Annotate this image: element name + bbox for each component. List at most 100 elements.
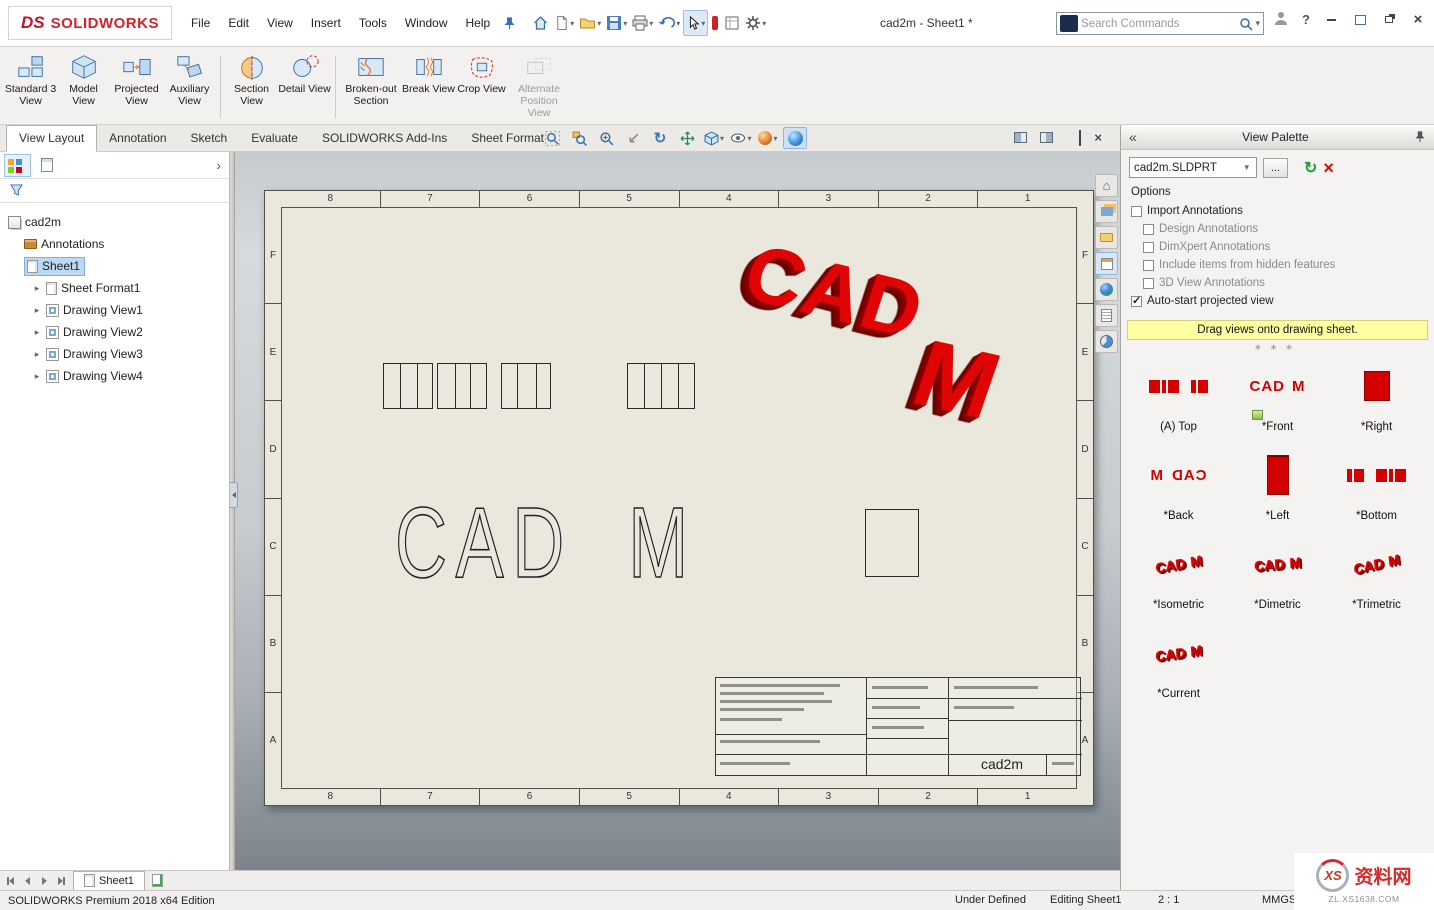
broken-out-section-button[interactable]: Broken-out Section — [340, 50, 402, 124]
view-thumb-top[interactable]: (A) Top — [1129, 360, 1228, 433]
search-scope-icon[interactable] — [1060, 15, 1078, 32]
view-palette-tab[interactable] — [1095, 252, 1118, 275]
view-thumb-dimetric[interactable]: CADM *Dimetric — [1228, 538, 1327, 611]
tab-sketch[interactable]: Sketch — [179, 126, 240, 151]
tree-filter-bar[interactable] — [0, 179, 229, 203]
document-restore-button[interactable] — [1079, 131, 1081, 145]
title-block[interactable]: cad2m — [715, 677, 1081, 776]
checkbox[interactable]: ✓ — [1131, 206, 1142, 217]
drawing-view-isometric[interactable]: CAD M — [745, 246, 1035, 466]
tab-annotation[interactable]: Annotation — [97, 126, 178, 151]
split-pane-right-button[interactable] — [1040, 132, 1053, 143]
tree-item-sheet-format1[interactable]: ▸ Sheet Format1 — [0, 277, 229, 299]
drawing-sheet[interactable]: 87654321 87654321 FEDCBA FEDCBA — [264, 190, 1094, 806]
zoom-to-area-button[interactable] — [567, 127, 591, 149]
model-view-button[interactable]: Model View — [57, 50, 110, 124]
auxiliary-view-button[interactable]: Auxiliary View — [163, 50, 216, 124]
view-thumb-front[interactable]: CADM *Front — [1228, 360, 1327, 433]
checkbox[interactable]: ✓ — [1131, 296, 1142, 307]
save-button[interactable]: ▾ — [604, 11, 629, 35]
menu-window[interactable]: Window — [396, 10, 457, 36]
design-library-tab[interactable] — [1095, 200, 1118, 223]
checkbox[interactable]: ✓ — [1143, 224, 1154, 235]
user-account-icon[interactable] — [1273, 10, 1289, 29]
menu-help[interactable]: Help — [457, 10, 500, 36]
checkbox-import-annotations[interactable]: ✓ Import Annotations — [1131, 202, 1424, 220]
expand-caret-icon[interactable]: ▸ — [32, 283, 42, 294]
rotate-view-button[interactable]: ↻ — [648, 127, 672, 149]
menu-pin-icon[interactable] — [503, 17, 516, 30]
tab-solidworks-add-ins[interactable]: SOLIDWORKS Add-Ins — [310, 126, 459, 151]
minimize-button[interactable] — [1323, 13, 1339, 27]
clear-palette-icon[interactable]: × — [1323, 161, 1334, 175]
tree-item-sheet1[interactable]: Sheet1 — [0, 255, 229, 277]
select-tool-button[interactable]: ▾ — [683, 10, 708, 36]
menu-edit[interactable]: Edit — [219, 10, 258, 36]
checkbox-design-annotations[interactable]: ✓ Design Annotations — [1143, 220, 1424, 238]
search-icon[interactable] — [1239, 17, 1253, 31]
collapse-panel-icon[interactable]: « — [1129, 129, 1137, 145]
refresh-icon[interactable]: ↻ — [1304, 158, 1317, 178]
tab-view-layout[interactable]: View Layout — [6, 125, 97, 152]
search-input[interactable] — [1081, 18, 1237, 30]
restore-button[interactable] — [1381, 13, 1397, 27]
help-icon[interactable]: ? — [1302, 12, 1310, 27]
standard-3-view-button[interactable]: Standard 3 View — [4, 50, 57, 124]
drawing-view-right[interactable] — [865, 509, 919, 577]
feature-tree-tab[interactable] — [4, 154, 31, 177]
expand-caret-icon[interactable]: ▸ — [32, 305, 42, 316]
detail-view-button[interactable]: Detail View — [278, 50, 331, 124]
new-document-button[interactable]: ▾ — [552, 11, 576, 35]
menu-view[interactable]: View — [258, 10, 302, 36]
close-button[interactable]: × — [1410, 13, 1426, 27]
first-sheet-button[interactable] — [3, 874, 17, 888]
split-pane-left-button[interactable] — [1014, 132, 1027, 143]
options-gear-button[interactable]: ▾ — [743, 11, 768, 35]
tree-item-drawing-view1[interactable]: ▸ Drawing View1 — [0, 299, 229, 321]
print-button[interactable]: ▾ — [630, 11, 655, 35]
checkbox-3d-view-annotations[interactable]: ✓ 3D View Annotations — [1143, 274, 1424, 292]
checkbox[interactable]: ✓ — [1143, 260, 1154, 271]
solidworks-resources-tab[interactable]: ⌂ — [1095, 174, 1118, 197]
checkbox-include-hidden-features[interactable]: ✓ Include items from hidden features — [1143, 256, 1424, 274]
zoom-in-out-button[interactable] — [594, 127, 618, 149]
add-sheet-button[interactable] — [145, 872, 171, 890]
expand-caret-icon[interactable]: ▸ — [32, 349, 42, 360]
expand-caret-icon[interactable]: ▸ — [32, 327, 42, 338]
tree-item-annotations[interactable]: Annotations — [0, 233, 229, 255]
file-explorer-tab[interactable] — [1095, 226, 1118, 249]
view-thumb-bottom[interactable]: *Bottom — [1327, 449, 1426, 522]
next-sheet-button[interactable] — [37, 874, 51, 888]
pan-button[interactable] — [675, 127, 699, 149]
custom-properties-tab[interactable] — [1095, 304, 1118, 327]
appearances-tab[interactable] — [1095, 278, 1118, 301]
graphics-area[interactable]: 87654321 87654321 FEDCBA FEDCBA — [230, 152, 1120, 870]
panel-splitter[interactable] — [230, 152, 235, 870]
tab-evaluate[interactable]: Evaluate — [239, 126, 310, 151]
view-thumb-current[interactable]: CADM *Current — [1129, 627, 1228, 700]
checkbox-auto-start-projected-view[interactable]: ✓ Auto-start projected view — [1131, 292, 1424, 310]
zoom-to-fit-button[interactable] — [540, 127, 564, 149]
fullscreen-button[interactable] — [1352, 13, 1368, 27]
checkbox[interactable]: ✓ — [1143, 242, 1154, 253]
hide-show-items-button[interactable]: ▾ — [729, 127, 753, 149]
crop-view-button[interactable]: Crop View — [455, 50, 508, 124]
view-thumb-left[interactable]: *Left — [1228, 449, 1327, 522]
sheet1-tab[interactable]: Sheet1 — [73, 871, 145, 890]
tree-item-root[interactable]: cad2m — [0, 211, 229, 233]
pin-panel-icon[interactable] — [1414, 131, 1426, 143]
view-thumb-trimetric[interactable]: CADM *Trimetric — [1327, 538, 1426, 611]
units-selector[interactable]: MMGS — [1262, 894, 1296, 906]
menu-insert[interactable]: Insert — [302, 10, 350, 36]
sheet-properties-button[interactable] — [722, 11, 742, 35]
menu-tools[interactable]: Tools — [350, 10, 396, 36]
view-settings-button[interactable] — [783, 127, 807, 149]
view-thumb-back[interactable]: MCAD *Back — [1129, 449, 1228, 522]
browse-button[interactable]: ... — [1263, 158, 1288, 178]
view-thumb-right[interactable]: *Right — [1327, 360, 1426, 433]
section-view-button[interactable]: Section View — [225, 50, 278, 124]
view-thumb-isometric[interactable]: CADM *Isometric — [1129, 538, 1228, 611]
edit-appearance-button[interactable]: ▾ — [756, 127, 780, 149]
part-file-select[interactable]: cad2m.SLDPRT ▾ — [1129, 157, 1257, 178]
previous-sheet-button[interactable] — [20, 874, 34, 888]
